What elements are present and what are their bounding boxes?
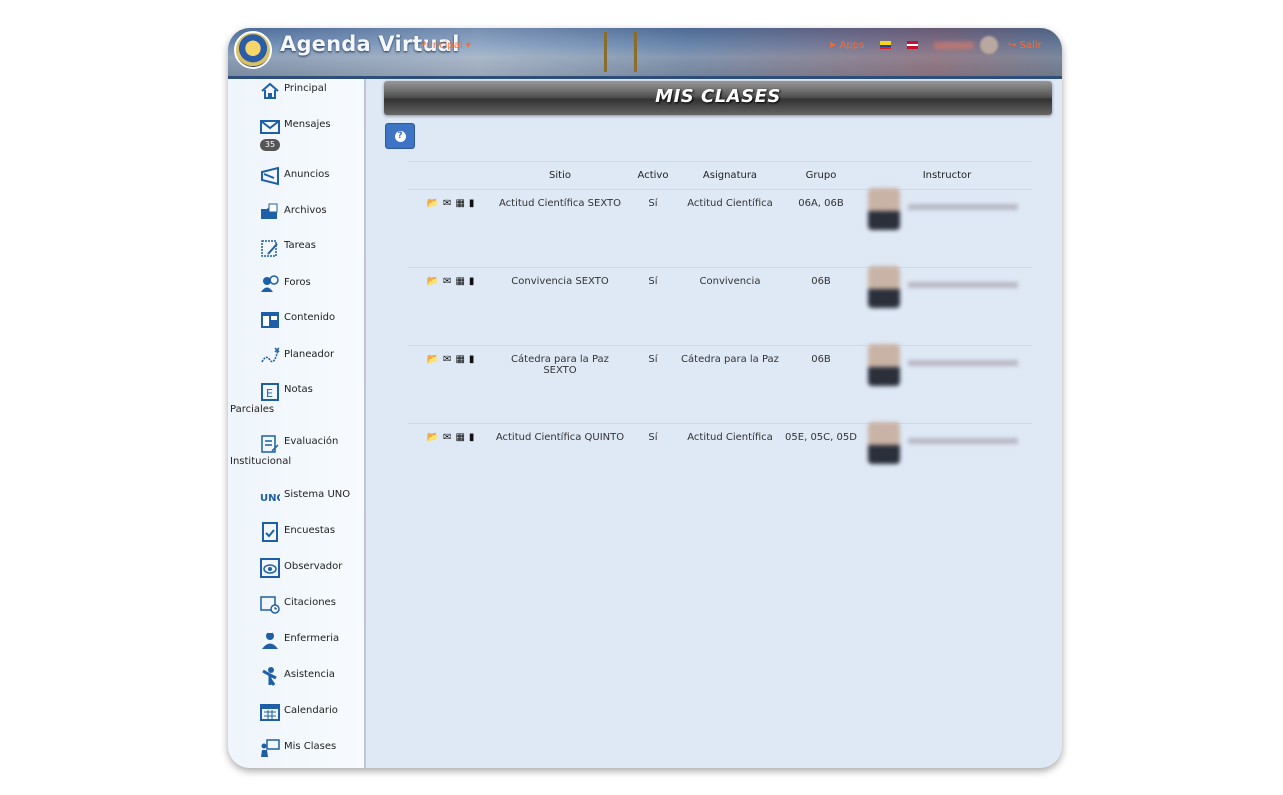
- row-actions: 📂 ✉ ▦ ▮: [408, 267, 494, 346]
- table-header-row: Sitio Activo Asignatura Grupo Instructor: [408, 161, 1032, 190]
- forum-icon: [261, 275, 279, 292]
- calendar-clock-icon: [260, 596, 280, 614]
- document-icon[interactable]: ▮: [469, 354, 475, 365]
- book-icon[interactable]: ▦: [455, 276, 464, 287]
- cell-activo: Sí: [626, 189, 680, 268]
- cell-instructor: [862, 422, 1032, 501]
- instructor-name: [908, 360, 1018, 366]
- main-content: MIS CLASES ? Sitio Activo Asignatura Gru…: [364, 79, 1062, 768]
- instructor-photo: [868, 188, 900, 230]
- user-name: [934, 42, 974, 49]
- envelope-icon: [260, 120, 280, 134]
- cell-sitio[interactable]: Cátedra para la Paz SEXTO: [494, 345, 626, 424]
- open-folder-icon[interactable]: 📂: [427, 198, 439, 209]
- row-actions: 📂 ✉ ▦ ▮: [408, 345, 494, 424]
- calendar-icon: [260, 704, 280, 721]
- open-folder-icon[interactable]: 📂: [427, 354, 439, 365]
- document-icon[interactable]: ▮: [469, 198, 475, 209]
- document-icon[interactable]: ▮: [469, 276, 475, 287]
- spanish-flag-icon[interactable]: [880, 41, 891, 49]
- column-actions: [408, 161, 494, 190]
- unread-badge: 35: [260, 139, 280, 151]
- instructor-name: [908, 204, 1018, 210]
- app-window: Agenda Virtual Principal ▾ ➤ Apps ↪ Sali…: [228, 28, 1062, 768]
- nurse-icon: [262, 631, 278, 649]
- logout-icon: ↪: [1008, 40, 1017, 51]
- survey-icon: [262, 522, 278, 542]
- envelope-icon[interactable]: ✉: [443, 276, 451, 287]
- cell-sitio[interactable]: Convivencia SEXTO: [494, 267, 626, 346]
- table-row: 📂 ✉ ▦ ▮ Convivencia SEXTO Sí Convivencia 06…: [408, 266, 1032, 346]
- instructor-photo: [868, 266, 900, 308]
- instructor-name: [908, 438, 1018, 444]
- cell-instructor: [862, 344, 1032, 424]
- cell-asignatura: Actitud Científica: [680, 189, 780, 268]
- tasks-icon: [261, 240, 278, 257]
- cell-grupo: 06A, 06B: [780, 189, 862, 268]
- column-header: Activo: [626, 161, 680, 190]
- folder-icon: [261, 203, 278, 219]
- uno-icon: UNO: [260, 493, 280, 504]
- column-header: Grupo: [780, 161, 862, 190]
- envelope-icon[interactable]: ✉: [443, 354, 451, 365]
- table-row: 📂 ✉ ▦ ▮ Cátedra para la Paz SEXTO Sí Cátedr…: [408, 344, 1032, 424]
- envelope-icon[interactable]: ✉: [443, 198, 451, 209]
- open-folder-icon[interactable]: 📂: [427, 432, 439, 443]
- open-folder-icon[interactable]: 📂: [427, 276, 439, 287]
- planner-icon: [261, 347, 280, 363]
- cell-grupo: 05E, 05C, 05D: [780, 423, 862, 501]
- sidebar: Principal Mensajes 35 Anuncios Archivos …: [228, 79, 366, 768]
- envelope-icon[interactable]: ✉: [443, 432, 451, 443]
- cell-instructor: [862, 188, 1032, 268]
- book-icon[interactable]: ▦: [455, 198, 464, 209]
- cell-sitio[interactable]: Actitud Científica QUINTO: [494, 423, 626, 501]
- cell-instructor: [862, 266, 1032, 346]
- column-header: Sitio: [494, 161, 626, 190]
- cell-activo: Sí: [626, 345, 680, 424]
- cell-activo: Sí: [626, 267, 680, 346]
- instructor-name: [908, 282, 1018, 288]
- classes-table: Sitio Activo Asignatura Grupo Instructor…: [408, 161, 1032, 501]
- cell-grupo: 06B: [780, 345, 862, 424]
- instructor-photo: [868, 422, 900, 464]
- document-icon[interactable]: ▮: [469, 432, 475, 443]
- school-logo: [234, 31, 272, 69]
- megaphone-icon: [261, 166, 279, 186]
- rocket-icon: ➤: [828, 40, 837, 51]
- help-button[interactable]: ?: [385, 123, 415, 149]
- english-flag-icon[interactable]: [907, 41, 918, 49]
- page-title-bar: MIS CLASES: [384, 81, 1052, 115]
- top-bar: Agenda Virtual Principal ▾ ➤ Apps ↪ Sali…: [228, 28, 1062, 79]
- classroom-icon: [261, 739, 280, 757]
- principal-dropdown[interactable]: Principal ▾: [420, 40, 471, 51]
- observer-icon: [260, 558, 280, 578]
- content-icon: [261, 312, 279, 328]
- attendance-icon: [262, 667, 277, 686]
- column-header: Asignatura: [680, 161, 780, 190]
- svg-text:UNO: UNO: [260, 493, 280, 504]
- cell-activo: Sí: [626, 423, 680, 501]
- row-actions: 📂 ✉ ▦ ▮: [408, 423, 494, 501]
- instructor-photo: [868, 344, 900, 386]
- flagpole: [604, 32, 607, 72]
- column-header: Instructor: [862, 161, 1032, 190]
- page-title: MIS CLASES: [655, 86, 781, 107]
- cell-asignatura: Actitud Científica: [680, 423, 780, 501]
- cell-asignatura: Convivencia: [680, 267, 780, 346]
- table-row: 📂 ✉ ▦ ▮ Actitud Científica SEXTO Sí Actitud…: [408, 188, 1032, 268]
- home-icon: [261, 82, 279, 99]
- apps-link[interactable]: ➤ Apps: [828, 40, 864, 51]
- book-icon[interactable]: ▦: [455, 432, 464, 443]
- table-row: 📂 ✉ ▦ ▮ Actitud Científica QUINTO Sí Actitu…: [408, 422, 1032, 501]
- logout-link[interactable]: ↪ Salir: [1008, 40, 1042, 51]
- user-avatar[interactable]: [980, 36, 998, 54]
- cell-grupo: 06B: [780, 267, 862, 346]
- cell-sitio[interactable]: Actitud Científica SEXTO: [494, 189, 626, 268]
- question-icon: ?: [394, 131, 406, 142]
- book-icon[interactable]: ▦: [455, 354, 464, 365]
- cell-asignatura: Cátedra para la Paz: [680, 345, 780, 424]
- flagpole: [634, 32, 637, 72]
- row-actions: 📂 ✉ ▦ ▮: [408, 189, 494, 268]
